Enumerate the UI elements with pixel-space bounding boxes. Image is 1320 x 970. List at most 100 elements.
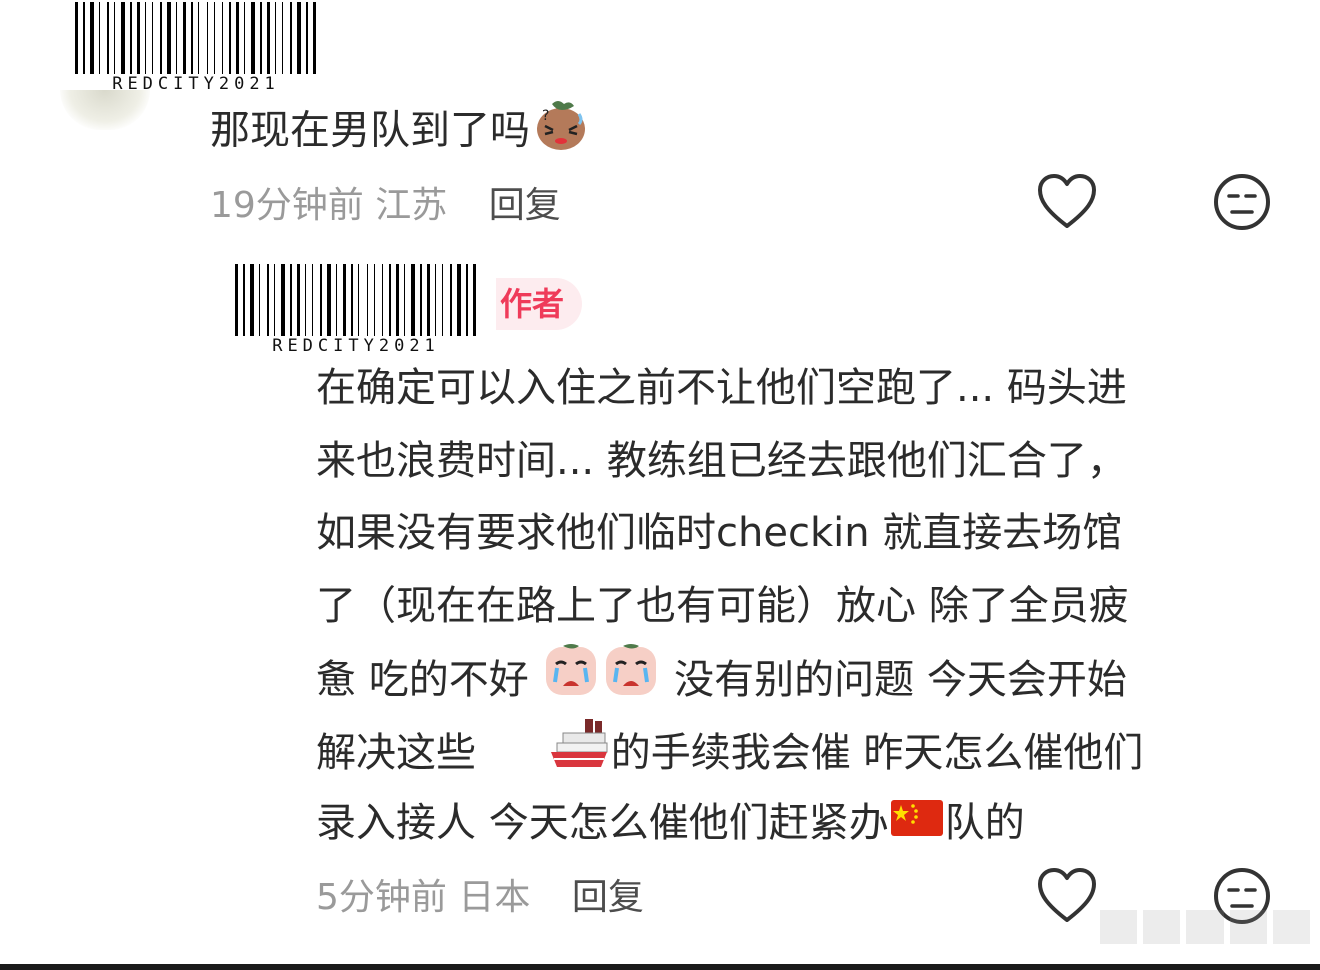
barcode-bar bbox=[294, 2, 295, 74]
barcode-bar bbox=[151, 2, 153, 74]
heart-icon[interactable] bbox=[1036, 866, 1098, 928]
barcode-bar bbox=[221, 2, 223, 74]
comment-location: 江苏 bbox=[375, 185, 448, 226]
barcode-bar bbox=[89, 2, 94, 74]
barcode-bar bbox=[259, 2, 262, 74]
barcode-bar bbox=[296, 264, 300, 336]
barcode-bar bbox=[342, 264, 346, 336]
barcode-bar bbox=[243, 2, 245, 74]
barcode-bars bbox=[74, 2, 318, 74]
barcode-bar bbox=[403, 264, 405, 336]
barcode-bar bbox=[302, 264, 303, 336]
barcode-bar bbox=[195, 2, 196, 74]
barcode-bar bbox=[159, 2, 162, 74]
comment-text: 在确定可以入住之前不让他们空跑了... 码头进 来也浪费时间... 教练组已经去… bbox=[316, 352, 1276, 860]
barcode-bar bbox=[173, 2, 174, 74]
barcode-bar bbox=[164, 2, 165, 74]
barcode-bar bbox=[438, 264, 440, 336]
barcode-bar bbox=[271, 264, 272, 336]
barcode-bar bbox=[472, 264, 476, 336]
barcode-bar bbox=[287, 264, 288, 336]
barcode-bar bbox=[136, 2, 140, 74]
barcode-bar bbox=[117, 2, 119, 74]
barcode-bar bbox=[258, 264, 260, 336]
comment-line: 录入接人 今天怎么催他们赶紧办 队的 bbox=[316, 787, 1276, 860]
author-badge: 作者 bbox=[496, 278, 583, 330]
barcode-bar bbox=[305, 2, 308, 74]
heart-icon[interactable] bbox=[1036, 172, 1098, 234]
barcode-bar bbox=[274, 2, 276, 74]
barcode-bar bbox=[417, 264, 418, 336]
barcode-bar bbox=[242, 264, 245, 336]
barcode-bar bbox=[289, 2, 292, 74]
svg-text:?: ? bbox=[542, 108, 549, 124]
barcode-bar bbox=[280, 264, 285, 336]
barcode-bar bbox=[240, 264, 241, 336]
barcode-bar bbox=[463, 264, 464, 336]
reply-button[interactable]: 回复 bbox=[572, 877, 644, 918]
comment-line: 解决这些 的手续我会催 昨天怎么催他们 bbox=[316, 715, 1276, 788]
barcode-bar bbox=[80, 2, 81, 74]
barcode-bar bbox=[388, 264, 391, 336]
barcode-bar bbox=[350, 264, 353, 336]
reply-button[interactable]: 回复 bbox=[489, 185, 561, 226]
barcode-bar bbox=[410, 264, 415, 336]
barcode-bar bbox=[234, 264, 238, 336]
barcode-bar bbox=[445, 264, 448, 336]
barcode-bar bbox=[182, 2, 186, 74]
barcode-bar bbox=[148, 2, 150, 74]
barcode-bar bbox=[225, 2, 227, 74]
barcode-bar bbox=[175, 2, 177, 74]
barcode-bar bbox=[74, 2, 78, 74]
comment-fragment: 队的 bbox=[944, 800, 1025, 846]
barcode-bar bbox=[213, 2, 215, 74]
barcode-bar bbox=[470, 264, 471, 336]
comment-fragment: 录入接人 今天怎么催他们赶紧办 bbox=[316, 800, 889, 846]
barcode-bar bbox=[87, 2, 88, 74]
comment-line: 在确定可以入住之前不让他们空跑了... 码头进 bbox=[316, 365, 1127, 411]
barcode-bar bbox=[272, 2, 273, 74]
watermark-barcode: REDCITY2021 bbox=[216, 264, 496, 355]
barcode-bar bbox=[190, 2, 193, 74]
comment-meta: 5分钟前 日本 回复 bbox=[316, 868, 644, 920]
ship-emoji bbox=[549, 715, 609, 795]
barcode-bar bbox=[370, 264, 372, 336]
barcode-bar bbox=[166, 2, 171, 74]
barcode-bar bbox=[407, 264, 409, 336]
barcode-bar bbox=[366, 264, 368, 336]
barcode-bar bbox=[144, 2, 146, 74]
barcode-bar bbox=[111, 2, 112, 74]
barcode-bar bbox=[96, 2, 97, 74]
barcode-bar bbox=[395, 264, 399, 336]
barcode-bar bbox=[127, 2, 128, 74]
barcode-bar bbox=[355, 264, 356, 336]
barcode-bars bbox=[234, 264, 478, 336]
barcode-bar bbox=[120, 2, 125, 74]
avatar[interactable] bbox=[60, 90, 150, 130]
comment-line: 了（现在在路上了也有可能）放心 除了全员疲 bbox=[316, 582, 1129, 629]
comment-fragment: 的手续我会催 昨天怎么催他们 bbox=[610, 729, 1144, 776]
china-flag-emoji bbox=[890, 789, 943, 860]
barcode-bar bbox=[454, 264, 455, 336]
barcode-bar bbox=[312, 2, 316, 74]
barcode-bar bbox=[303, 2, 304, 74]
barcode-bar bbox=[241, 2, 242, 74]
barcode-bar bbox=[377, 264, 380, 336]
barcode-bar bbox=[308, 264, 310, 336]
barcode-bar bbox=[311, 264, 313, 336]
barcode-bar bbox=[285, 2, 288, 74]
meh-face-icon[interactable] bbox=[1212, 172, 1272, 236]
barcode-bar bbox=[281, 2, 283, 74]
barcode-bar bbox=[315, 264, 318, 336]
barcode-bar bbox=[401, 264, 402, 336]
barcode-bar bbox=[373, 264, 375, 336]
barcode-bar bbox=[113, 2, 115, 74]
barcode-bar bbox=[273, 264, 275, 336]
barcode-bar bbox=[393, 264, 394, 336]
barcode-bar bbox=[257, 2, 258, 74]
barcode-bar bbox=[106, 2, 109, 74]
crying-sticker bbox=[603, 642, 659, 722]
barcode-bar bbox=[319, 264, 322, 336]
barcode-bar bbox=[228, 2, 231, 74]
barcode-bar bbox=[310, 2, 311, 74]
